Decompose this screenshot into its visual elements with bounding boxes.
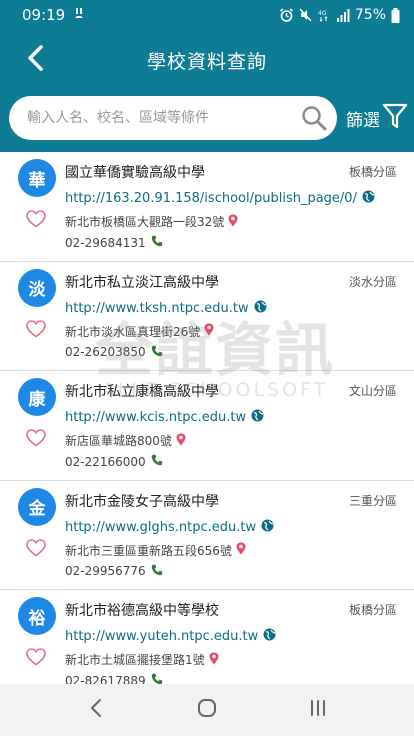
- map-pin-icon: [236, 542, 246, 558]
- phone-icon: [151, 235, 163, 250]
- school-address: 新北市淡水區真理街26號: [65, 323, 214, 340]
- school-address: 新北市板橋區大觀路一段32號: [65, 213, 238, 230]
- map-pin-icon: [176, 433, 186, 449]
- school-address: 新北市三重區重新路五段656號: [65, 542, 246, 559]
- school-district: 板橋分區: [348, 165, 397, 179]
- globe-icon: [254, 300, 267, 317]
- phone-text: 02-22166000: [65, 454, 146, 469]
- phone-text: 02-29684131: [65, 235, 146, 250]
- list-item[interactable]: 淡 新北市私立淡江高級中學 淡水分區 http://www.tksh.ntpc.…: [0, 262, 414, 371]
- school-district: 文山分區: [348, 384, 397, 398]
- phone-icon: [151, 345, 163, 360]
- phone-icon: [151, 673, 163, 684]
- school-url-link[interactable]: http://www.yuteh.ntpc.edu.tw: [65, 628, 276, 645]
- heart-icon[interactable]: [26, 319, 46, 342]
- school-address: 新店區華城路800號: [65, 432, 186, 449]
- battery-icon: [391, 7, 400, 23]
- avatar: 金: [18, 487, 56, 526]
- avatar: 華: [18, 159, 56, 197]
- address-text: 新店區華城路800號: [65, 434, 172, 448]
- alarm-icon: [279, 7, 294, 23]
- list-item[interactable]: 金 新北市金陵女子高級中學 三重分區 http://www.glghs.ntpc…: [0, 481, 414, 590]
- back-nav-button[interactable]: [66, 690, 126, 730]
- school-phone[interactable]: 02-29684131: [65, 235, 163, 250]
- search-icon[interactable]: [301, 105, 327, 135]
- school-url-link[interactable]: http://www.kcis.ntpc.edu.tw: [65, 409, 264, 426]
- school-phone[interactable]: 02-29956776: [65, 564, 163, 579]
- school-address: 新北市土城區擺接堡路1號: [65, 651, 219, 668]
- phone-text: 02-29956776: [65, 564, 146, 578]
- search-bar-area: 篩選: [0, 92, 414, 152]
- phone-icon: [151, 564, 163, 579]
- status-right: 4G 75%: [279, 7, 400, 23]
- globe-icon: [263, 628, 276, 645]
- filter-icon: [382, 102, 408, 135]
- school-name: 新北市金陵女子高級中學: [65, 493, 219, 510]
- school-url-text: http://www.kcis.ntpc.edu.tw: [65, 410, 247, 425]
- home-nav-icon: [197, 698, 217, 722]
- heart-icon[interactable]: [26, 210, 46, 232]
- avatar: 康: [18, 378, 56, 416]
- battery-percent: 75%: [354, 7, 386, 23]
- globe-icon: [261, 519, 274, 536]
- school-url-text: http://163.20.91.158/ischool/publish_pag…: [65, 191, 357, 206]
- filter-label: 篩選: [346, 110, 380, 131]
- recents-nav-button[interactable]: [288, 690, 348, 730]
- address-text: 新北市淡水區真理街26號: [65, 324, 201, 339]
- address-text: 新北市板橋區大觀路一段32號: [65, 215, 225, 229]
- address-text: 新北市土城區擺接堡路1號: [65, 653, 205, 667]
- map-pin-icon: [228, 214, 238, 230]
- globe-icon: [362, 190, 375, 207]
- map-pin-icon: [204, 323, 214, 339]
- school-phone[interactable]: 02-82617889: [65, 673, 163, 684]
- filter-button[interactable]: 篩選: [346, 102, 408, 134]
- search-box: [9, 96, 337, 140]
- search-input[interactable]: [27, 96, 297, 140]
- school-url-text: http://www.tksh.ntpc.edu.tw: [65, 300, 249, 316]
- phone-text: 02-82617889: [65, 673, 146, 685]
- school-district: 淡水分區: [348, 274, 397, 289]
- school-name: 新北市裕德高級中等學校: [65, 603, 219, 619]
- status-time: 09:19: [22, 6, 66, 24]
- school-url-text: http://www.glghs.ntpc.edu.tw: [65, 519, 257, 535]
- back-nav-icon: [89, 698, 103, 722]
- phone-text: 02-26203850: [65, 345, 146, 359]
- school-phone[interactable]: 02-26203850: [65, 345, 163, 360]
- status-bar: 09:19 4G 75%: [0, 0, 414, 30]
- school-name: 新北市私立康橋高級中學: [65, 384, 219, 400]
- list-item[interactable]: 康 新北市私立康橋高級中學 文山分區 http://www.kcis.ntpc.…: [0, 371, 414, 481]
- school-name: 國立華僑實驗高級中學: [65, 165, 205, 181]
- avatar: 淡: [18, 268, 56, 307]
- address-text: 新北市三重區重新路五段656號: [65, 543, 232, 558]
- map-pin-icon: [209, 652, 219, 668]
- status-left: 09:19: [22, 6, 87, 24]
- mute-icon: [299, 8, 312, 22]
- page-title: 學校資料查詢: [146, 51, 267, 73]
- heart-icon[interactable]: [26, 429, 46, 451]
- heart-icon[interactable]: [26, 648, 46, 670]
- school-district: 板橋分區: [348, 603, 397, 617]
- school-url-link[interactable]: http://www.tksh.ntpc.edu.tw: [65, 300, 267, 317]
- signal-icon: [336, 8, 350, 22]
- school-url-link[interactable]: http://163.20.91.158/ischool/publish_pag…: [65, 190, 375, 207]
- system-nav-bar: [0, 684, 414, 736]
- avatar: 裕: [18, 597, 56, 635]
- app-header: 學校資料查詢: [0, 30, 414, 92]
- list-item[interactable]: 裕 新北市裕德高級中等學校 板橋分區 http://www.yuteh.ntpc…: [0, 590, 414, 684]
- school-district: 三重分區: [348, 493, 397, 508]
- school-url-text: http://www.yuteh.ntpc.edu.tw: [65, 629, 259, 644]
- school-name: 新北市私立淡江高級中學: [65, 274, 219, 291]
- school-list: 華 國立華僑實驗高級中學 板橋分區 http://163.20.91.158/i…: [0, 152, 414, 684]
- heart-icon[interactable]: [26, 538, 46, 561]
- school-url-link[interactable]: http://www.glghs.ntpc.edu.tw: [65, 519, 274, 536]
- phone-icon: [151, 454, 163, 469]
- globe-icon: [251, 409, 264, 426]
- svg-text:4G: 4G: [318, 10, 327, 17]
- recents-nav-icon: [309, 699, 327, 721]
- school-phone[interactable]: 02-22166000: [65, 454, 163, 469]
- home-nav-button[interactable]: [177, 690, 237, 730]
- 4g-icon: 4G: [317, 8, 331, 22]
- list-item[interactable]: 華 國立華僑實驗高級中學 板橋分區 http://163.20.91.158/i…: [0, 152, 414, 262]
- notification-icon: [73, 6, 87, 24]
